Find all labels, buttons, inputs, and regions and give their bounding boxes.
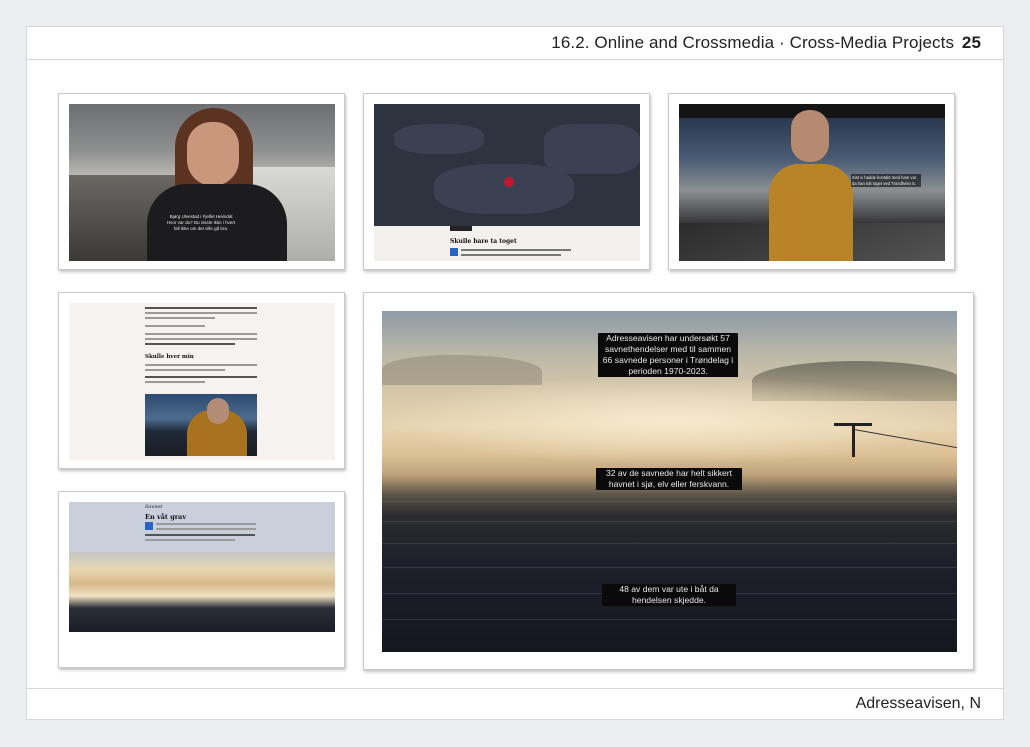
page-footer: Adresseavisen, N: [27, 688, 1003, 719]
screenshot-article: Skulle hver min: [58, 292, 345, 469]
drop-cap: [145, 522, 153, 530]
map-view: [374, 104, 640, 226]
portrait-photo: Bjørg Ulvestad i Fjellet Heimdal Hvor va…: [69, 104, 335, 261]
feature-caption-3: 48 av dem var ute i båt da hendelsen skj…: [602, 584, 736, 606]
article-subheading: Skulle hver min: [145, 354, 194, 360]
feature-caption-1: Adresseavisen har undersøkt 57 savnethen…: [598, 333, 738, 377]
location-marker: [504, 177, 514, 187]
source-credit: Adresseavisen, N: [855, 695, 981, 712]
station-caption: Sist vi hadde kontakt med ham var da han…: [851, 174, 921, 187]
page-number: 25: [961, 33, 981, 52]
feature-photo: Adresseavisen har undersøkt 57 savnethen…: [382, 311, 957, 652]
fog-headline: En våt grav: [145, 513, 187, 521]
page-header: 16.2. Online and Crossmedia · Cross-Medi…: [27, 27, 1003, 60]
drop-cap: [450, 248, 458, 256]
map-headline: Skulle bare ta toget: [450, 238, 517, 245]
fog-kicker: Savnet: [145, 504, 163, 510]
screenshot-fog-article: Savnet En våt grav: [58, 491, 345, 668]
screenshot-station: Sist vi hadde kontakt med ham var da han…: [668, 93, 955, 270]
station-photo: Sist vi hadde kontakt med ham var da han…: [679, 104, 945, 261]
portrait-caption: Bjørg Ulvestad i Fjellet Heimdal Hvor va…: [166, 214, 236, 231]
screenshot-portrait: Bjørg Ulvestad i Fjellet Heimdal Hvor va…: [58, 93, 345, 270]
book-page: 16.2. Online and Crossmedia · Cross-Medi…: [26, 26, 1004, 720]
fog-photo: [69, 552, 335, 632]
feature-caption-2: 32 av de savnede har helt sikkert havnet…: [596, 468, 742, 490]
map-article: Skulle bare ta toget: [374, 104, 640, 261]
article-page: Skulle hver min: [69, 303, 335, 460]
section-title: 16.2. Online and Crossmedia · Cross-Medi…: [551, 33, 955, 52]
header-title: 16.2. Online and Crossmedia · Cross-Medi…: [551, 33, 981, 53]
screenshot-map: Skulle bare ta toget: [363, 93, 650, 270]
fog-article-page: Savnet En våt grav: [69, 502, 335, 659]
article-photo: [145, 394, 257, 456]
screenshot-feature: Adresseavisen har undersøkt 57 savnethen…: [363, 292, 974, 670]
